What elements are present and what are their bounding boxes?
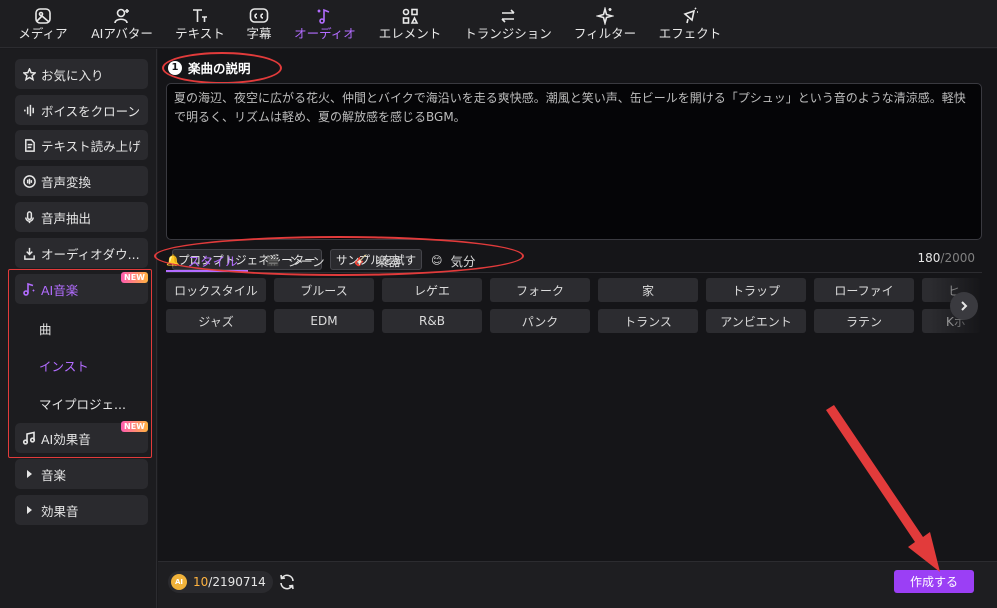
top-toolbar: メディア AIアバター テキスト 字幕 オーディオ エレメント トランジション … [0,0,997,48]
sidebar-item-label: 音声変換 [41,174,92,190]
toolbar-label: オーディオ [294,26,356,41]
sidebar-item-label: 音声抽出 [41,210,92,226]
sidebar-item-music[interactable]: 音楽 [15,459,148,489]
caret-right-icon [27,506,32,514]
toolbar-label: 字幕 [246,26,272,41]
style-chip[interactable]: トランス [598,309,698,333]
toolbar-label: AIアバター [91,26,153,41]
transition-icon [501,9,515,23]
caption-icon [249,8,269,23]
refresh-icon [280,574,294,590]
style-chip[interactable]: ブルース [274,278,374,302]
toolbar-label: メディア [18,26,68,41]
credits-total: /2190714 [208,575,266,589]
sidebar-item-label: お気に入り [41,67,104,83]
sidebar-item-label: オーディオダウ... [41,246,140,262]
sidebar: お気に入り ボイスをクローン テキスト読み上げ 音声変換 音声抽出 オーディオダ… [0,49,157,608]
voice-change-icon [22,174,36,188]
chevron-right-icon [961,301,968,311]
sidebar-item-label: ボイスをクローン [41,103,141,119]
credits-counter: AI 10 /2190714 [168,571,273,593]
credits-used: 10 [193,575,209,589]
waveform-icon [23,104,34,116]
create-button[interactable]: 作成する [894,570,974,593]
sidebar-item-text-to-speech[interactable]: テキスト読み上げ [15,130,148,160]
sidebar-item-favorites[interactable]: お気に入り [15,59,148,89]
text-icon [193,9,207,22]
sidebar-item-audio-download[interactable]: オーディオダウ... [15,238,148,268]
style-chip[interactable]: 家 [598,278,698,302]
style-chip[interactable]: ローファイ [814,278,914,302]
toolbar-label: エレメント [378,26,442,41]
style-chip[interactable]: ロックスタイル [166,278,266,302]
toolbar-text[interactable]: テキスト [173,6,227,46]
toolbar-transition[interactable]: トランジション [462,6,554,46]
chips-next-button[interactable] [950,292,978,320]
text-to-speech-icon [24,138,35,152]
media-icon [35,8,51,24]
style-chip[interactable]: フォーク [490,278,590,302]
toolbar-media[interactable]: メディア [16,6,70,46]
highlight-oval [154,236,524,276]
sidebar-item-sound-effects[interactable]: 効果音 [15,495,148,525]
description-textarea[interactable]: 夏の海辺、夜空に広がる花火、仲間とバイクで海沿いを走る爽快感。潮風と笑い声、缶ビ… [166,83,982,270]
style-chip[interactable]: EDM [274,309,374,333]
toolbar-effect[interactable]: エフェクト [656,6,724,46]
toolbar-label: テキスト [175,26,225,41]
sidebar-item-label: 効果音 [41,503,79,519]
effect-icon [683,7,698,24]
caret-right-icon [27,470,32,478]
toolbar-ai-avatar[interactable]: AIアバター [88,6,156,46]
main-panel: 1 楽曲の説明 夏の海辺、夜空に広がる花火、仲間とバイクで海沿いを走る爽快感。潮… [154,49,997,608]
style-chip[interactable]: レゲエ [382,278,482,302]
filter-icon [596,7,614,25]
style-tabs: 🔔 スタイル 🎬 シーン 🎸 楽器 😊 気分 [154,236,982,276]
toolbar-label: フィルター [573,26,637,41]
sidebar-item-label: テキスト読み上げ [41,138,141,154]
sidebar-item-voice-extract[interactable]: 音声抽出 [15,202,148,232]
style-chip[interactable]: パンク [490,309,590,333]
star-icon [22,67,36,81]
sidebar-item-label: 音楽 [41,467,67,483]
highlight-box [8,269,152,458]
bottom-bar: AI 10 /2190714 作成する [158,561,997,608]
style-chip[interactable]: R&B [382,309,482,333]
style-chip[interactable]: ジャズ [166,309,266,333]
download-icon [23,247,35,260]
toolbar-label: トランジション [464,26,552,41]
refresh-button[interactable] [278,573,296,591]
toolbar-filter[interactable]: フィルター [571,6,639,46]
audio-icon [317,8,330,24]
style-chip[interactable]: トラップ [706,278,806,302]
toolbar-audio[interactable]: オーディオ [291,6,359,46]
sidebar-item-voice-clone[interactable]: ボイスをクローン [15,95,148,125]
toolbar-label: エフェクト [658,26,722,41]
style-chip[interactable]: ラテン [814,309,914,333]
toolbar-caption[interactable]: 字幕 [243,6,275,46]
style-chip[interactable]: アンビエント [706,309,806,333]
description-text[interactable]: 夏の海辺、夜空に広がる花火、仲間とバイクで海沿いを走る爽快感。潮風と笑い声、缶ビ… [174,89,974,127]
toolbar-element[interactable]: エレメント [376,6,444,46]
ai-coin-icon: AI [171,574,187,590]
element-icon [402,8,419,24]
sidebar-item-voice-change[interactable]: 音声変換 [15,166,148,196]
highlight-oval [162,52,282,84]
microphone-icon [24,210,34,223]
avatar-icon [114,8,129,24]
